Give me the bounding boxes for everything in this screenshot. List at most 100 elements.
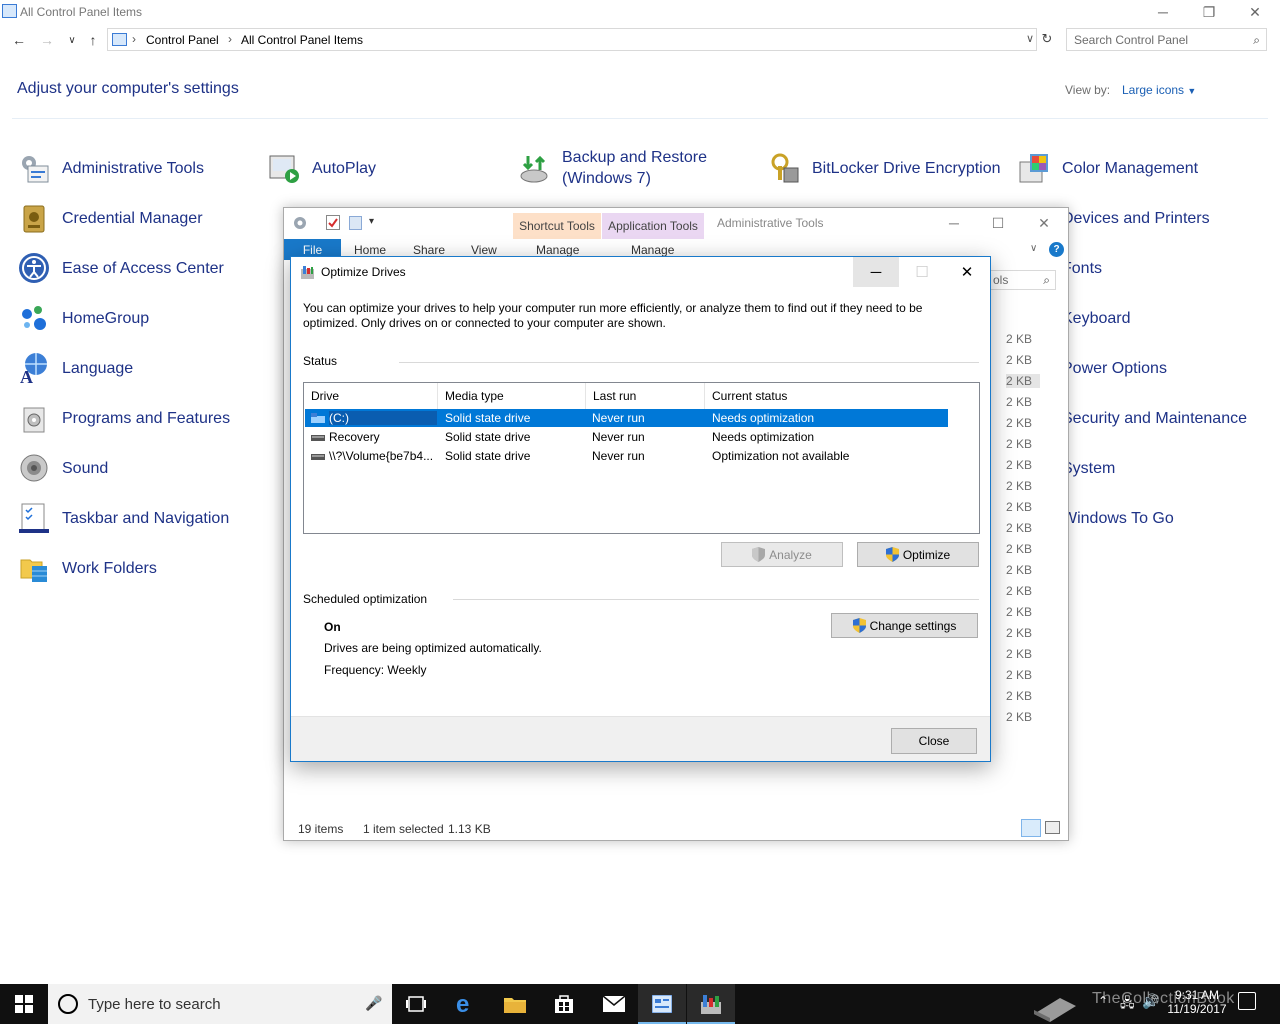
tab-application-tools[interactable]: Application Tools: [602, 213, 704, 239]
cp-item-credential-manager[interactable]: Credential Manager: [18, 198, 203, 238]
minimize-button[interactable]: ─: [1140, 0, 1186, 24]
autoplay-icon: [268, 152, 300, 184]
recent-locations-icon[interactable]: ∨: [62, 30, 82, 50]
dialog-maximize-button[interactable]: ☐: [899, 257, 945, 287]
dialog-close-icon[interactable]: ✕: [944, 257, 990, 287]
view-by-value: Large icons: [1122, 83, 1185, 97]
file-size-cell: 2 KB: [1006, 374, 1040, 388]
column-header-current-status[interactable]: Current status: [705, 383, 949, 409]
start-button[interactable]: [0, 984, 48, 1024]
cp-item-bitlocker[interactable]: BitLocker Drive Encryption: [768, 148, 1001, 188]
explorer-search-input[interactable]: ols ⌕: [990, 270, 1056, 290]
breadcrumb-control-panel[interactable]: Control Panel: [146, 33, 219, 47]
explorer-minimize-button[interactable]: ─: [932, 208, 976, 238]
column-header-last-run[interactable]: Last run: [586, 383, 705, 409]
schedule-description: Drives are being optimized automatically…: [324, 641, 542, 655]
cp-item-color-management[interactable]: Color Management: [1018, 148, 1198, 188]
cp-item-label: Sound: [62, 459, 109, 477]
chevron-down-icon[interactable]: ∨: [1026, 32, 1034, 45]
drives-list-header: Drive Media type Last run Current status: [304, 383, 979, 409]
search-icon[interactable]: ⌕: [1253, 33, 1260, 48]
store-icon[interactable]: [540, 984, 588, 1024]
help-icon[interactable]: ?: [1049, 242, 1064, 257]
title-bar: All Control Panel Items ─ ❐ ✕: [0, 0, 1280, 24]
new-folder-icon[interactable]: [349, 216, 362, 230]
edge-icon[interactable]: e: [442, 984, 490, 1024]
explorer-maximize-button[interactable]: ☐: [976, 208, 1020, 238]
credential-manager-icon: [18, 202, 50, 234]
ribbon-manage-application-tab[interactable]: Manage: [631, 243, 674, 257]
view-by-dropdown[interactable]: Large icons ▼: [1122, 83, 1196, 97]
back-icon[interactable]: ←: [9, 30, 29, 50]
network-icon[interactable]: 🖧: [1120, 994, 1135, 1024]
forward-icon[interactable]: →: [37, 30, 57, 50]
explorer-close-button[interactable]: ✕: [1022, 208, 1066, 238]
tab-shortcut-tools[interactable]: Shortcut Tools: [513, 213, 601, 239]
cp-item-backup-restore[interactable]: Backup and Restore (Windows 7): [518, 148, 712, 188]
address-bar[interactable]: › Control Panel › All Control Panel Item…: [107, 28, 1037, 51]
refresh-icon[interactable]: ↻: [1038, 29, 1056, 49]
uac-shield-icon: [752, 547, 766, 562]
cp-item-autoplay[interactable]: AutoPlay: [268, 148, 376, 188]
dialog-minimize-button[interactable]: ─: [853, 257, 899, 287]
explorer-title: Administrative Tools: [717, 216, 824, 230]
file-size-cell: 2 KB: [1006, 479, 1033, 493]
chevron-up-icon[interactable]: ⌃: [1098, 994, 1108, 1024]
cp-item-label: Power Options: [1062, 359, 1167, 377]
column-header-drive[interactable]: Drive: [304, 383, 438, 409]
chevron-down-icon[interactable]: ∨: [1030, 243, 1037, 254]
volume-icon[interactable]: 🔊: [1142, 993, 1159, 1024]
drive-name: Recovery: [329, 430, 380, 444]
close-dialog-button[interactable]: Close: [891, 728, 977, 754]
cp-item-sound[interactable]: Sound: [18, 448, 108, 488]
drive-row-volume[interactable]: \\?\Volume{be7b4... Solid state drive Ne…: [305, 447, 948, 465]
cp-item-label: System: [1062, 459, 1116, 477]
restore-button[interactable]: ❐: [1186, 0, 1232, 24]
mail-icon[interactable]: [590, 984, 638, 1024]
close-button[interactable]: ✕: [1232, 0, 1278, 24]
cp-item-ease-of-access[interactable]: Ease of Access Center: [18, 248, 224, 288]
cp-item-work-folders[interactable]: Work Folders: [18, 548, 157, 588]
up-icon[interactable]: ↑: [83, 30, 103, 50]
file-size-cell: 2 KB: [1006, 332, 1033, 346]
drive-row-recovery[interactable]: Recovery Solid state drive Never run Nee…: [305, 428, 948, 446]
clock[interactable]: 9:31 AM 11/19/2017: [1166, 988, 1228, 1024]
task-view-icon[interactable]: [392, 984, 440, 1024]
quick-access-settings-icon[interactable]: [290, 214, 312, 232]
optimize-button[interactable]: Optimize: [857, 542, 979, 567]
change-settings-button[interactable]: Change settings: [831, 613, 978, 638]
drives-list[interactable]: Drive Media type Last run Current status…: [303, 382, 980, 534]
cp-item-label: Work Folders: [62, 559, 157, 577]
drive-icon: [311, 454, 325, 460]
microphone-icon[interactable]: 🎤: [365, 995, 382, 1012]
analyze-button[interactable]: Analyze: [721, 542, 843, 567]
control-panel-taskbar-icon[interactable]: [638, 984, 686, 1024]
file-size-cell: 2 KB: [1006, 689, 1033, 703]
drive-row-c[interactable]: (C:) Solid state drive Never run Needs o…: [305, 409, 948, 427]
action-center-icon[interactable]: [1238, 992, 1256, 1010]
ribbon-home-tab[interactable]: Home: [354, 243, 386, 257]
windows-logo-icon: [15, 995, 33, 1013]
customize-toolbar-icon[interactable]: ▾: [369, 216, 374, 227]
large-icons-view-icon[interactable]: [1045, 821, 1060, 834]
ribbon-manage-shortcut-tab[interactable]: Manage: [536, 243, 579, 257]
window-title: All Control Panel Items: [20, 5, 143, 19]
cp-item-programs-features[interactable]: Programs and Features: [18, 398, 230, 438]
properties-icon[interactable]: [326, 215, 340, 230]
file-explorer-icon[interactable]: [491, 984, 539, 1024]
cp-item-taskbar-navigation[interactable]: Taskbar and Navigation: [18, 498, 229, 538]
taskbar-navigation-icon: [18, 502, 50, 534]
details-view-icon[interactable]: [1021, 819, 1041, 837]
schedule-state: On: [324, 620, 341, 634]
cp-item-label: HomeGroup: [62, 309, 150, 327]
ribbon-share-tab[interactable]: Share: [413, 243, 445, 257]
cp-item-language[interactable]: A Language: [18, 348, 133, 388]
cp-item-homegroup[interactable]: HomeGroup: [18, 298, 149, 338]
taskbar-search-box[interactable]: Type here to search 🎤: [48, 984, 392, 1024]
cp-item-administrative-tools[interactable]: Administrative Tools: [18, 148, 204, 188]
breadcrumb-all-items[interactable]: All Control Panel Items: [241, 33, 363, 47]
optimize-drives-taskbar-icon[interactable]: [687, 984, 735, 1024]
column-header-media-type[interactable]: Media type: [438, 383, 586, 409]
search-input[interactable]: [1074, 30, 1244, 50]
ribbon-view-tab[interactable]: View: [471, 243, 497, 257]
